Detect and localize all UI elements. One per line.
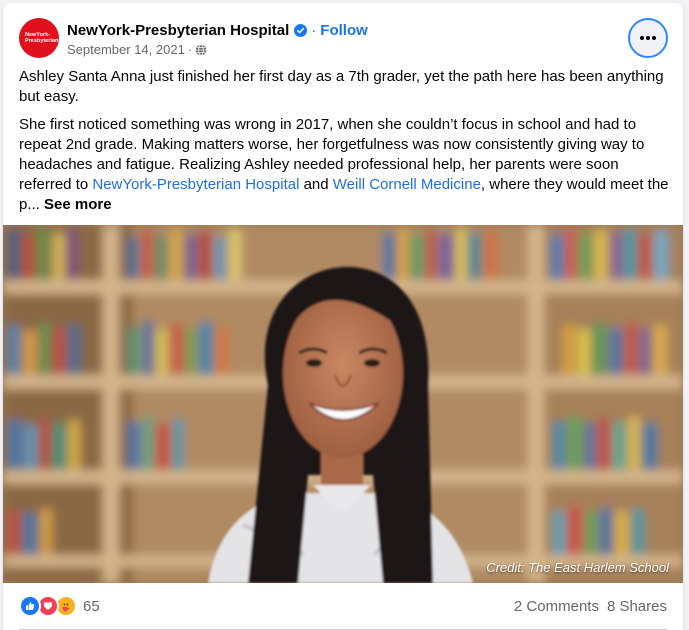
- care-face-icon: [62, 603, 70, 612]
- name-separator: ·: [311, 21, 317, 39]
- heart-icon: [43, 602, 53, 610]
- shares-count-link[interactable]: 8 Shares: [607, 598, 667, 615]
- post-footer: 65 2 Comments 8 Shares: [3, 583, 683, 630]
- post-text: Ashley Santa Anna just finished her firs…: [19, 67, 671, 223]
- thumbs-up-icon: [26, 602, 35, 610]
- see-more-button[interactable]: See more: [44, 196, 112, 213]
- more-options-icon: [640, 36, 656, 40]
- post-paragraph-2: She first noticed something was wrong in…: [19, 115, 671, 215]
- page-avatar[interactable]: NewYork- Presbyterian: [19, 18, 59, 58]
- meta-separator: ·: [187, 42, 193, 57]
- verified-badge-icon: [294, 23, 308, 37]
- avatar-logo-text: NewYork- Presbyterian: [25, 32, 59, 44]
- photo-image: [3, 225, 683, 583]
- globe-icon: [195, 43, 207, 56]
- name-row: NewYork-Presbyterian Hospital · Follow: [67, 20, 368, 40]
- post-meta: September 14, 2021 ·: [67, 42, 207, 57]
- reactions-summary[interactable]: 65: [19, 595, 100, 617]
- engagement-stats: 2 Comments 8 Shares: [514, 598, 667, 615]
- more-options-button[interactable]: [628, 18, 668, 58]
- hospital-page-link[interactable]: NewYork-Presbyterian Hospital: [92, 176, 299, 193]
- page-name-link[interactable]: NewYork-Presbyterian Hospital: [67, 22, 289, 39]
- follow-button[interactable]: Follow: [320, 22, 368, 39]
- post-paragraph-1: Ashley Santa Anna just finished her firs…: [19, 68, 664, 105]
- post-photo[interactable]: Credit: The East Harlem School: [3, 225, 683, 583]
- paragraph-2-text-b: and: [299, 176, 333, 193]
- comments-count-link[interactable]: 2 Comments: [514, 598, 599, 615]
- reaction-count: 65: [83, 597, 100, 615]
- post-card: NewYork- Presbyterian NewYork-Presbyteri…: [3, 3, 683, 630]
- post-header: NewYork- Presbyterian NewYork-Presbyteri…: [3, 3, 683, 63]
- like-reaction-icon: [19, 595, 41, 617]
- post-date-link[interactable]: September 14, 2021: [67, 42, 185, 57]
- photo-credit: Credit: The East Harlem School: [486, 560, 669, 575]
- weill-cornell-link[interactable]: Weill Cornell Medicine: [333, 176, 481, 193]
